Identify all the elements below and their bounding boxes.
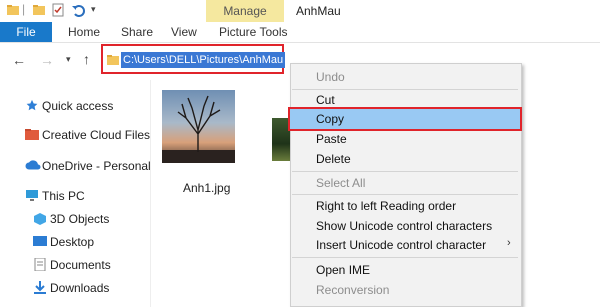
menu-separator	[292, 171, 518, 172]
separator: |	[22, 2, 26, 16]
menu-item-reconversion[interactable]: Reconversion	[316, 282, 389, 298]
tab-picture-tools[interactable]: Picture Tools	[219, 22, 287, 42]
tab-share[interactable]: Share	[121, 22, 153, 42]
properties-icon[interactable]	[51, 3, 65, 17]
undo-icon[interactable]	[71, 3, 85, 17]
tree-image	[162, 95, 235, 163]
nav-item-downloads[interactable]: Downloads	[50, 280, 109, 296]
menu-item-select-all[interactable]: Select All	[316, 175, 365, 191]
menu-item-rtl-reading-order[interactable]: Right to left Reading order	[316, 198, 456, 214]
pane-divider[interactable]	[150, 80, 151, 307]
forward-arrow-icon[interactable]: →	[40, 52, 54, 68]
menu-item-copy[interactable]: Copy	[316, 111, 344, 127]
recent-locations-icon[interactable]: ▾	[66, 54, 71, 65]
3d-objects-icon	[34, 213, 46, 225]
tab-file[interactable]: File	[0, 22, 52, 42]
nav-item-desktop[interactable]: Desktop	[50, 234, 94, 250]
menu-item-cut[interactable]: Cut	[316, 92, 335, 108]
computer-icon	[26, 190, 38, 201]
manage-tab[interactable]: Manage	[206, 4, 284, 18]
folder-icon[interactable]	[32, 3, 46, 17]
window-title: AnhMau	[296, 4, 341, 18]
folder-icon	[107, 55, 119, 65]
folder-icon	[7, 5, 19, 15]
file-name[interactable]: Anh1.jpg	[183, 181, 230, 195]
address-path[interactable]: C:\Users\DELL\Pictures\AnhMau	[121, 52, 286, 68]
documents-icon	[34, 258, 46, 271]
creative-cloud-folder-icon	[25, 129, 39, 140]
nav-item-3d-objects[interactable]: 3D Objects	[50, 211, 109, 227]
menu-item-paste[interactable]: Paste	[316, 131, 347, 147]
menu-item-open-ime[interactable]: Open IME	[316, 262, 370, 278]
menu-item-show-unicode[interactable]: Show Unicode control characters	[316, 218, 492, 234]
menu-separator	[292, 194, 518, 195]
menu-separator	[292, 257, 518, 258]
up-arrow-icon[interactable]: ↑	[83, 51, 90, 67]
desktop-icon	[33, 236, 47, 246]
nav-item-onedrive[interactable]: OneDrive - Personal	[42, 158, 151, 174]
nav-item-documents[interactable]: Documents	[50, 257, 111, 273]
nav-item-quick-access[interactable]: Quick access	[42, 98, 113, 114]
file-thumbnail[interactable]	[162, 90, 235, 163]
quick-access-dropdown-icon[interactable]: ▾	[91, 4, 96, 15]
nav-item-creative-cloud[interactable]: Creative Cloud Files	[42, 127, 150, 143]
tab-home[interactable]: Home	[68, 22, 100, 42]
downloads-icon	[34, 281, 46, 294]
menu-item-insert-unicode[interactable]: Insert Unicode control character	[316, 237, 486, 253]
submenu-arrow-icon: ›	[507, 237, 511, 249]
back-arrow-icon[interactable]: ←	[12, 52, 26, 68]
tab-view[interactable]: View	[171, 22, 197, 42]
star-icon	[26, 99, 38, 111]
nav-item-this-pc[interactable]: This PC	[42, 188, 85, 204]
cloud-icon	[25, 160, 41, 170]
menu-item-undo[interactable]: Undo	[316, 69, 345, 85]
menu-separator	[292, 89, 518, 90]
menu-item-delete[interactable]: Delete	[316, 151, 351, 167]
